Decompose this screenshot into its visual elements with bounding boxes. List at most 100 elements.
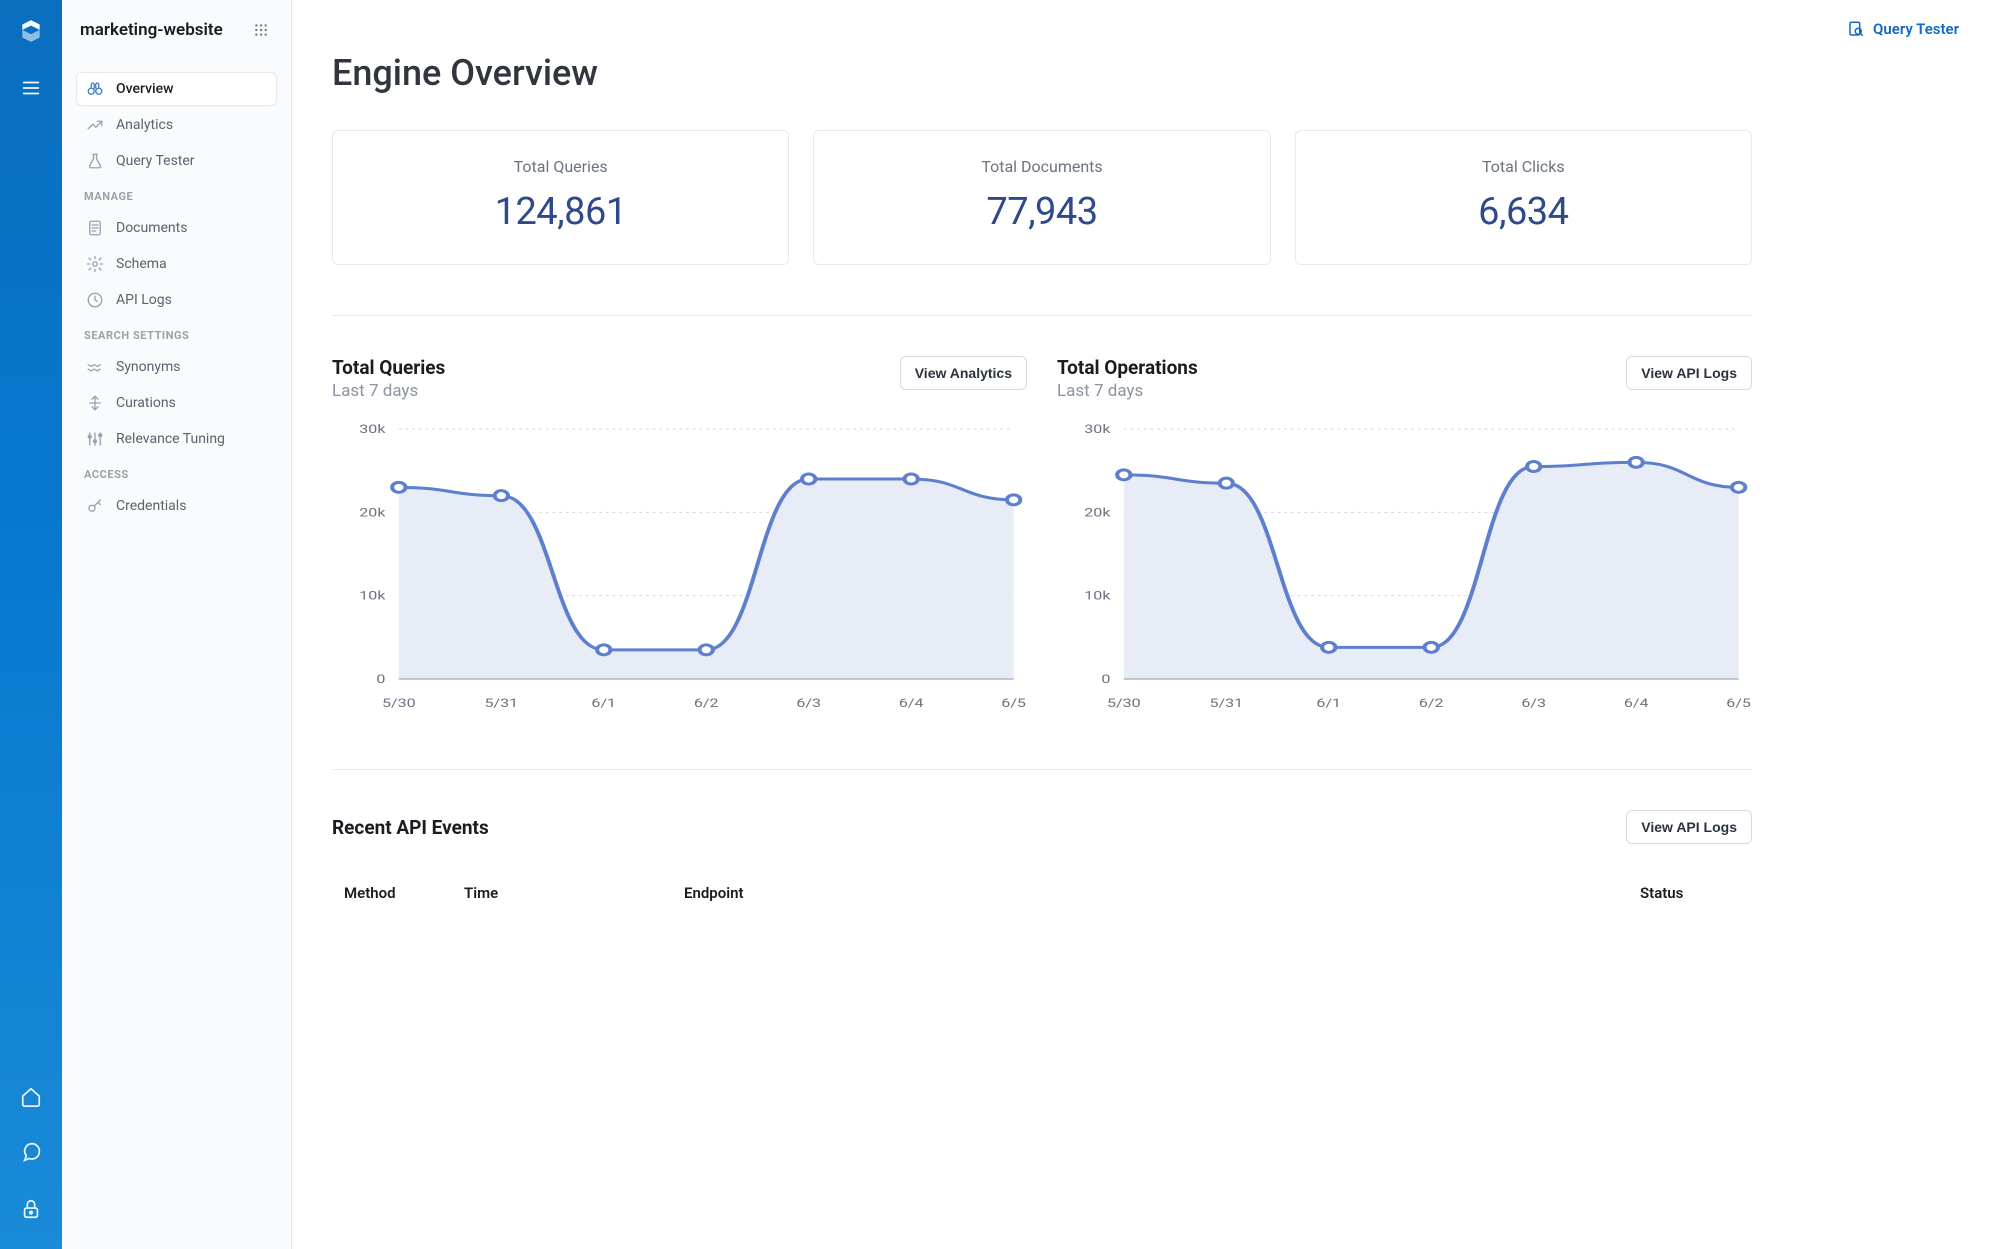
metric-label: Total Clicks (1316, 157, 1731, 176)
main-content: Query Tester Engine Overview Total Queri… (292, 0, 1999, 1249)
sidebar-section-label: SEARCH SETTINGS (76, 319, 277, 350)
sidebar-item-label: Analytics (116, 117, 173, 133)
sidebar-item-credentials[interactable]: Credentials (76, 489, 277, 523)
svg-text:5/30: 5/30 (1107, 697, 1141, 711)
sidebar-item-label: Synonyms (116, 359, 181, 375)
chart-action-button[interactable]: View API Logs (1626, 356, 1752, 390)
sidebar-item-synonyms[interactable]: Synonyms (76, 350, 277, 384)
sidebar-item-documents[interactable]: Documents (76, 211, 277, 245)
sidebar-item-schema[interactable]: Schema (76, 247, 277, 281)
metric-card: Total Clicks 6,634 (1295, 130, 1752, 265)
app-switcher-icon[interactable] (249, 18, 273, 42)
chart-canvas: 0 10k 20k 30k 5/30 5/31 6/1 6/2 6/3 6/4 6/5 (332, 419, 1027, 719)
chart-canvas: 0 10k 20k 30k 5/30 5/31 6/1 6/2 6/3 6/4 6/5 (1057, 419, 1752, 719)
svg-text:6/1: 6/1 (591, 697, 616, 711)
product-logo-icon[interactable] (16, 16, 46, 46)
col-endpoint: Endpoint (684, 884, 1640, 902)
svg-text:10k: 10k (359, 590, 386, 604)
sidebar-item-relevance[interactable]: Relevance Tuning (76, 422, 277, 456)
menu-icon[interactable] (17, 74, 45, 102)
chart-block: Total Operations Last 7 days View API Lo… (1057, 356, 1752, 719)
sidebar-nav: Overview Analytics Query Tester MANAGE Docum… (76, 72, 277, 523)
query-tester-label: Query Tester (1873, 20, 1959, 38)
chart-subtitle: Last 7 days (1057, 381, 1198, 401)
flask-icon (86, 152, 104, 170)
binoculars-icon (86, 80, 104, 98)
home-icon[interactable] (17, 1083, 45, 1111)
sidebar-item-label: Documents (116, 220, 187, 236)
svg-text:6/4: 6/4 (1624, 697, 1649, 711)
sidebar-item-label: Overview (116, 81, 173, 97)
doc-icon (86, 219, 104, 237)
sidebar-item-label: Schema (116, 256, 167, 272)
col-method: Method (344, 884, 464, 902)
sidebar-item-api-logs[interactable]: API Logs (76, 283, 277, 317)
divider (332, 769, 1752, 770)
page-title: Engine Overview (332, 52, 1752, 94)
sidebar-section-label: ACCESS (76, 458, 277, 489)
gear-icon (86, 255, 104, 273)
sliders-icon (86, 430, 104, 448)
metric-value: 77,943 (834, 190, 1249, 234)
svg-text:5/31: 5/31 (484, 697, 518, 711)
search-doc-icon (1847, 20, 1865, 38)
col-time: Time (464, 884, 684, 902)
chat-icon[interactable] (17, 1139, 45, 1167)
events-table-header: Method Time Endpoint Status (332, 874, 1752, 912)
trend-icon (86, 116, 104, 134)
sidebar-item-curations[interactable]: Curations (76, 386, 277, 420)
left-rail (0, 0, 62, 1249)
sidebar-item-label: API Logs (116, 292, 172, 308)
engine-name: marketing-website (80, 20, 223, 40)
svg-text:6/3: 6/3 (1521, 697, 1546, 711)
metric-label: Total Documents (834, 157, 1249, 176)
metric-card: Total Documents 77,943 (813, 130, 1270, 265)
svg-text:20k: 20k (359, 506, 386, 520)
col-status: Status (1640, 884, 1740, 902)
arrows-icon (86, 394, 104, 412)
svg-text:5/31: 5/31 (1209, 697, 1243, 711)
sidebar: marketing-website Overview Analytics Query… (62, 0, 292, 1249)
charts-row: Total Queries Last 7 days View Analytics… (332, 356, 1752, 719)
svg-text:6/2: 6/2 (1419, 697, 1444, 711)
chart-block: Total Queries Last 7 days View Analytics… (332, 356, 1027, 719)
svg-text:0: 0 (376, 673, 385, 687)
sidebar-item-analytics[interactable]: Analytics (76, 108, 277, 142)
metric-value: 124,861 (353, 190, 768, 234)
view-api-logs-button[interactable]: View API Logs (1626, 810, 1752, 844)
sidebar-item-query-tester[interactable]: Query Tester (76, 144, 277, 178)
svg-text:20k: 20k (1084, 506, 1111, 520)
svg-text:30k: 30k (359, 423, 386, 437)
svg-text:6/5: 6/5 (1001, 697, 1026, 711)
chart-title: Total Queries (332, 356, 445, 379)
metric-value: 6,634 (1316, 190, 1731, 234)
svg-text:6/2: 6/2 (694, 697, 719, 711)
sidebar-item-label: Relevance Tuning (116, 431, 225, 447)
sidebar-item-label: Query Tester (116, 153, 195, 169)
divider (332, 315, 1752, 316)
sidebar-item-label: Curations (116, 395, 176, 411)
lock-icon[interactable] (17, 1195, 45, 1223)
svg-text:10k: 10k (1084, 590, 1111, 604)
metric-card: Total Queries 124,861 (332, 130, 789, 265)
chart-title: Total Operations (1057, 356, 1198, 379)
svg-text:30k: 30k (1084, 423, 1111, 437)
svg-text:0: 0 (1101, 673, 1110, 687)
svg-text:6/5: 6/5 (1726, 697, 1751, 711)
svg-text:6/4: 6/4 (899, 697, 924, 711)
sidebar-item-overview[interactable]: Overview (76, 72, 277, 106)
svg-text:6/1: 6/1 (1316, 697, 1341, 711)
events-title: Recent API Events (332, 816, 489, 839)
chart-action-button[interactable]: View Analytics (900, 356, 1027, 390)
metric-label: Total Queries (353, 157, 768, 176)
sidebar-section-label: MANAGE (76, 180, 277, 211)
metrics-row: Total Queries 124,861Total Documents 77,… (332, 130, 1752, 265)
sidebar-item-label: Credentials (116, 498, 186, 514)
svg-text:5/30: 5/30 (382, 697, 416, 711)
chart-subtitle: Last 7 days (332, 381, 445, 401)
svg-text:6/3: 6/3 (796, 697, 821, 711)
clock-icon (86, 291, 104, 309)
query-tester-link[interactable]: Query Tester (1847, 20, 1959, 38)
key-icon (86, 497, 104, 515)
waves-icon (86, 358, 104, 376)
